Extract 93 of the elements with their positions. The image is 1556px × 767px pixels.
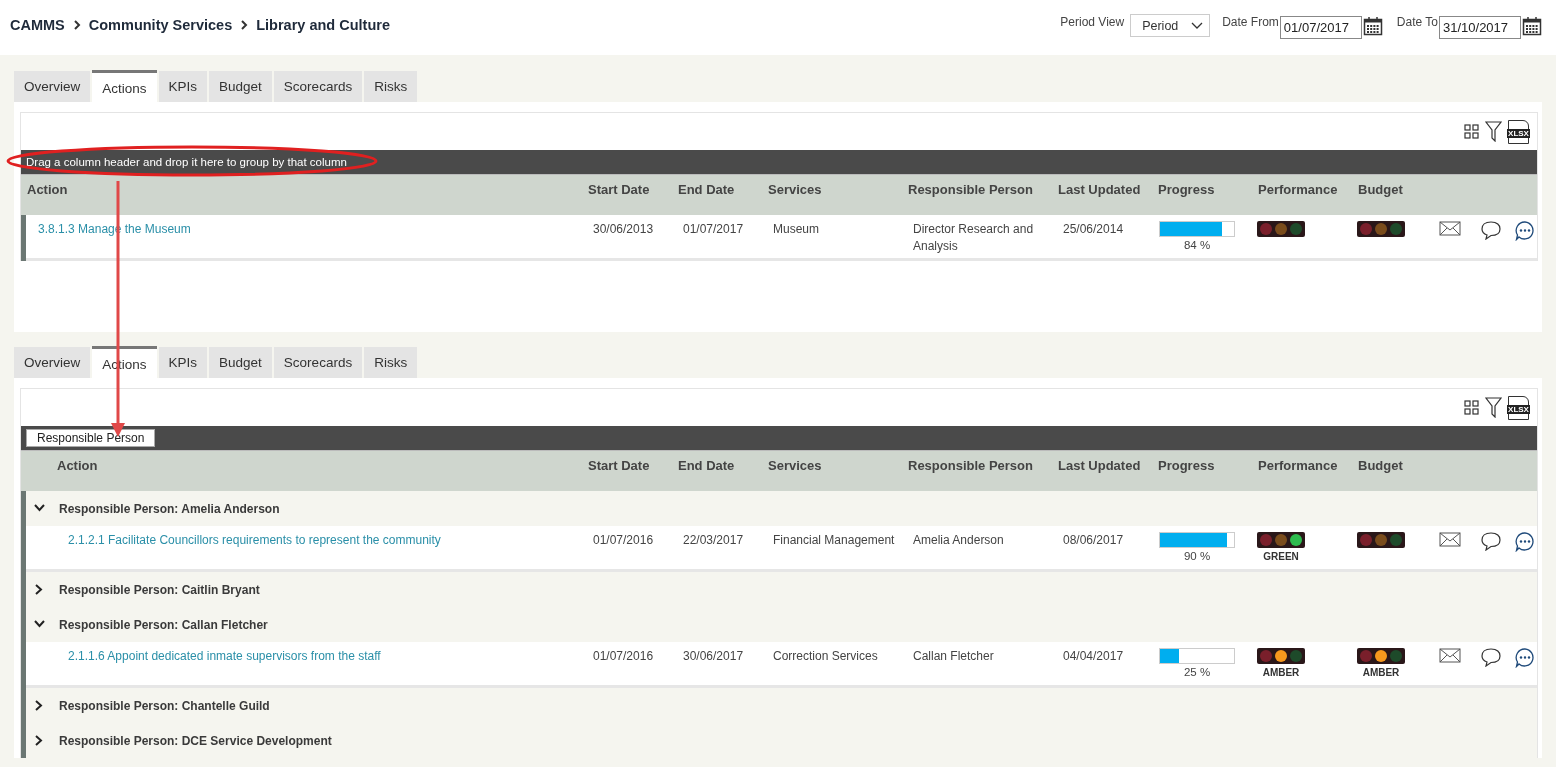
- calendar-icon[interactable]: [1362, 16, 1383, 36]
- action-link[interactable]: 2.1.2.1 Facilitate Councillors requirements to represent the community: [56, 526, 587, 569]
- column-header[interactable]: Action: [51, 451, 582, 491]
- table-cell-text: 30/06/2013: [592, 221, 655, 238]
- table-cell-text: Amelia Anderson: [912, 532, 1005, 549]
- field-label: Date From: [1222, 15, 1279, 29]
- group-header[interactable]: Responsible Person: Caitlin Bryant: [59, 582, 260, 597]
- tab[interactable]: Overview: [14, 347, 91, 378]
- column-header[interactable]: Services: [762, 451, 902, 491]
- column-header[interactable]: Responsible Person: [902, 175, 1052, 215]
- action-link[interactable]: 2.1.1.6 Appoint dedicated inmate supervisors from the staff: [56, 642, 587, 685]
- table-cell-text: Director Research and Analysis: [912, 221, 1035, 255]
- column-header[interactable]: End Date: [672, 175, 762, 215]
- status-label: AMBER: [1262, 667, 1300, 678]
- caret-icon: [1191, 21, 1204, 30]
- column-header[interactable]: Progress: [1152, 451, 1252, 491]
- comment-icon[interactable]: [1481, 648, 1501, 667]
- field-label: Period View: [1060, 15, 1125, 29]
- grid-view-icon[interactable]: [1464, 400, 1479, 415]
- table-cell-text: 01/07/2016: [592, 648, 655, 665]
- period-dropdown[interactable]: Period: [1130, 14, 1211, 37]
- comment-icon[interactable]: [1481, 221, 1501, 240]
- tab[interactable]: Budget: [209, 347, 272, 378]
- table-cell-text: 25/06/2014: [1062, 221, 1125, 238]
- group-header[interactable]: Responsible Person: Callan Fletcher: [59, 617, 268, 632]
- column-header[interactable]: Budget: [1352, 451, 1424, 491]
- collapse-chevron-icon[interactable]: [34, 503, 45, 514]
- table-cell-text: 08/06/2017: [1062, 532, 1125, 549]
- mail-icon[interactable]: [1438, 648, 1461, 663]
- date-field[interactable]: 01/07/2017: [1279, 16, 1362, 39]
- column-header[interactable]: Last Updated: [1052, 175, 1152, 215]
- progress-reading: 84 %: [1183, 239, 1211, 251]
- column-header[interactable]: Performance: [1252, 175, 1352, 215]
- breadcrumb-item[interactable]: CAMMS: [10, 17, 65, 33]
- table-cell-text: 30/06/2017: [682, 648, 745, 665]
- grid-view-icon[interactable]: [1464, 124, 1479, 139]
- progress-reading: 90 %: [1183, 550, 1211, 562]
- tab[interactable]: Scorecards: [273, 71, 363, 102]
- tab[interactable]: Actions: [92, 70, 157, 102]
- tab[interactable]: Risks: [364, 71, 418, 102]
- breadcrumb-item[interactable]: Library and Culture: [256, 17, 390, 33]
- tab[interactable]: Risks: [364, 347, 418, 378]
- table-cell-text: 04/04/2017: [1062, 648, 1125, 665]
- column-header[interactable]: Performance: [1252, 451, 1352, 491]
- date-field[interactable]: 31/10/2017: [1439, 16, 1521, 39]
- column-header[interactable]: Progress: [1152, 175, 1252, 215]
- chevron-right-icon: [72, 19, 81, 31]
- tab[interactable]: Budget: [209, 71, 272, 102]
- column-header[interactable]: Responsible Person: [902, 451, 1052, 491]
- group-by-chip[interactable]: Responsible Person: [26, 429, 156, 447]
- calendar-icon[interactable]: [1522, 16, 1542, 36]
- mail-icon[interactable]: [1438, 221, 1461, 236]
- filter-icon[interactable]: [1485, 121, 1502, 142]
- tab[interactable]: Scorecards: [273, 347, 363, 378]
- column-header[interactable]: Start Date: [582, 175, 672, 215]
- chat-icon[interactable]: [1514, 221, 1535, 241]
- table-cell-text: 01/07/2016: [592, 532, 655, 549]
- comment-icon[interactable]: [1481, 532, 1501, 551]
- tab[interactable]: Overview: [14, 71, 91, 102]
- group-header[interactable]: Responsible Person: DCE Service Development: [59, 733, 332, 748]
- filter-icon[interactable]: [1485, 397, 1502, 418]
- expand-chevron-icon[interactable]: [34, 735, 45, 746]
- progress-reading: 25 %: [1183, 666, 1211, 678]
- mail-icon[interactable]: [1438, 532, 1461, 547]
- expand-chevron-icon[interactable]: [34, 700, 45, 711]
- chevron-right-icon: [240, 19, 249, 31]
- status-label: GREEN: [1263, 551, 1299, 562]
- table-cell-text: Callan Fletcher: [912, 648, 995, 665]
- column-header[interactable]: Services: [762, 175, 902, 215]
- table-cell-text: Financial Management: [772, 532, 896, 549]
- column-header[interactable]: Last Updated: [1052, 451, 1152, 491]
- tab[interactable]: KPIs: [158, 71, 208, 102]
- column-header[interactable]: Start Date: [582, 451, 672, 491]
- tab[interactable]: KPIs: [158, 347, 208, 378]
- table-cell-text: 22/03/2017: [682, 532, 745, 549]
- table-cell-text: Museum: [772, 221, 820, 238]
- table-cell-text: Correction Services: [772, 648, 879, 665]
- group-header[interactable]: Responsible Person: Chantelle Guild: [59, 698, 270, 713]
- breadcrumb-item[interactable]: Community Services: [88, 17, 233, 33]
- group-header[interactable]: Responsible Person: Amelia Anderson: [59, 501, 280, 516]
- column-header[interactable]: End Date: [672, 451, 762, 491]
- status-label: AMBER: [1362, 667, 1400, 678]
- expand-chevron-icon[interactable]: [34, 584, 45, 595]
- xlsx-export-button[interactable]: XLSX: [1508, 395, 1529, 420]
- column-header[interactable]: Action: [21, 175, 582, 215]
- chat-icon[interactable]: [1514, 532, 1535, 552]
- field-label: Date To: [1396, 15, 1438, 29]
- table-cell-text: 01/07/2017: [682, 221, 745, 238]
- group-by-hint: Drag a column header and drop it here to group by that column: [26, 156, 347, 168]
- chat-icon[interactable]: [1514, 648, 1535, 668]
- column-header[interactable]: Budget: [1352, 175, 1424, 215]
- xlsx-export-button[interactable]: XLSX: [1508, 119, 1529, 144]
- collapse-chevron-icon[interactable]: [34, 619, 45, 630]
